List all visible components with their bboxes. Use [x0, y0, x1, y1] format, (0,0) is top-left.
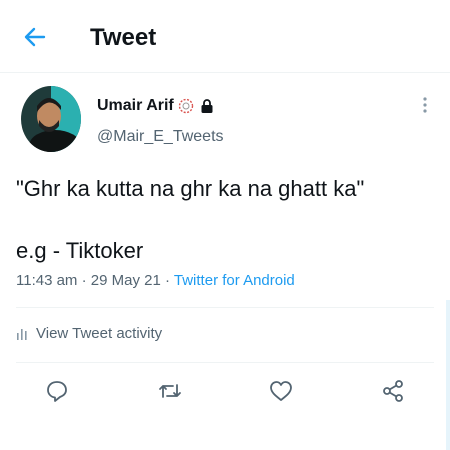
more-options-icon[interactable]: [418, 96, 432, 114]
page-title: Tweet: [90, 24, 157, 51]
author-name-row[interactable]: Umair Arif: [97, 96, 214, 116]
meta-separator: ·: [160, 272, 174, 289]
view-activity-link[interactable]: View Tweet activity: [16, 324, 162, 344]
badge-icon: [178, 98, 194, 114]
tweet-text-line2: e.g - Tiktoker: [16, 238, 144, 263]
tweet-date: 29 May 21: [90, 272, 161, 289]
tweet-source-link[interactable]: Twitter for Android: [174, 272, 295, 289]
view-activity-label[interactable]: View Tweet activity: [36, 324, 162, 344]
like-heart-icon[interactable]: [268, 378, 294, 404]
tweet-meta: 11:43 am · 29 May 21 · Twitter for Andro…: [16, 271, 295, 291]
lock-icon: [200, 98, 214, 114]
author-handle[interactable]: @Mair_E_Tweets: [97, 127, 224, 147]
meta-separator: ·: [77, 272, 91, 289]
reply-icon[interactable]: [44, 378, 70, 404]
share-icon[interactable]: [380, 378, 406, 404]
tweet-time: 11:43 am: [16, 272, 78, 289]
author-name[interactable]: Umair Arif: [97, 96, 174, 116]
scroll-edge: [446, 300, 450, 450]
tweet-text-line1: "Ghr ka kutta na ghr ka na ghatt ka": [16, 176, 365, 201]
bar-chart-icon: [16, 328, 28, 340]
avatar[interactable]: [21, 86, 81, 152]
back-arrow-icon[interactable]: [22, 24, 48, 50]
retweet-icon[interactable]: [157, 378, 183, 404]
divider: [16, 307, 434, 308]
divider: [16, 362, 434, 363]
top-bar: Tweet: [0, 0, 450, 73]
